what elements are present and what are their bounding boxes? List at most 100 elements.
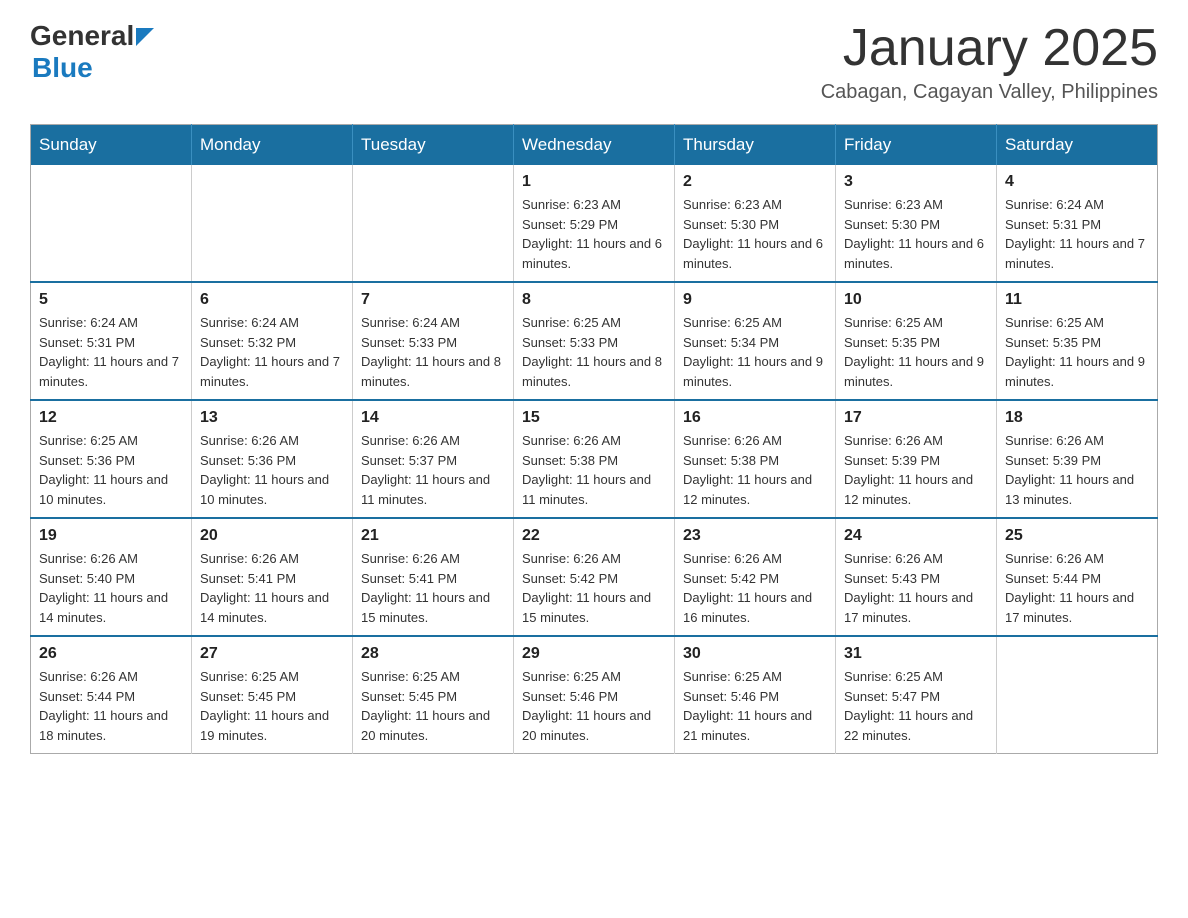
table-row: 1 Sunrise: 6:23 AM Sunset: 5:29 PM Daylig… bbox=[514, 165, 675, 282]
table-row: 16 Sunrise: 6:26 AM Sunset: 5:38 PM Dayli… bbox=[675, 400, 836, 518]
table-row bbox=[997, 636, 1158, 754]
day-number: 3 bbox=[844, 173, 988, 191]
title-section: January 2025 Cabagan, Cagayan Valley, Ph… bbox=[821, 20, 1158, 104]
day-info: Sunrise: 6:25 AM Sunset: 5:46 PM Dayligh… bbox=[683, 667, 827, 745]
day-info: Sunrise: 6:23 AM Sunset: 5:30 PM Dayligh… bbox=[683, 195, 827, 273]
calendar-week-row: 26 Sunrise: 6:26 AM Sunset: 5:44 PM Dayli… bbox=[31, 636, 1158, 754]
table-row: 6 Sunrise: 6:24 AM Sunset: 5:32 PM Daylig… bbox=[192, 282, 353, 400]
day-info: Sunrise: 6:25 AM Sunset: 5:47 PM Dayligh… bbox=[844, 667, 988, 745]
logo-blue-text: Blue bbox=[32, 52, 93, 84]
calendar-week-row: 5Sunrise: 6:24 AM Sunset: 5:31 PM Daylig… bbox=[31, 282, 1158, 400]
table-row: 8 Sunrise: 6:25 AM Sunset: 5:33 PM Daylig… bbox=[514, 282, 675, 400]
day-info: Sunrise: 6:24 AM Sunset: 5:33 PM Dayligh… bbox=[361, 313, 505, 391]
day-number: 12 bbox=[39, 409, 183, 427]
table-row: 13Sunrise: 6:26 AM Sunset: 5:36 PM Dayli… bbox=[192, 400, 353, 518]
day-number: 17 bbox=[844, 409, 988, 427]
day-number: 27 bbox=[200, 645, 344, 663]
header-monday: Monday bbox=[192, 125, 353, 166]
day-number: 31 bbox=[844, 645, 988, 663]
day-number: 18 bbox=[1005, 409, 1149, 427]
table-row: 24 Sunrise: 6:26 AM Sunset: 5:43 PM Dayli… bbox=[836, 518, 997, 636]
table-row: 26 Sunrise: 6:26 AM Sunset: 5:44 PM Dayli… bbox=[31, 636, 192, 754]
table-row: 22Sunrise: 6:26 AM Sunset: 5:42 PM Dayli… bbox=[514, 518, 675, 636]
day-info: Sunrise: 6:25 AM Sunset: 5:35 PM Dayligh… bbox=[844, 313, 988, 391]
table-row: 9 Sunrise: 6:25 AM Sunset: 5:34 PM Daylig… bbox=[675, 282, 836, 400]
day-info: Sunrise: 6:26 AM Sunset: 5:40 PM Dayligh… bbox=[39, 549, 183, 627]
day-number: 30 bbox=[683, 645, 827, 663]
day-number: 29 bbox=[522, 645, 666, 663]
table-row: 30 Sunrise: 6:25 AM Sunset: 5:46 PM Dayli… bbox=[675, 636, 836, 754]
table-row: 27Sunrise: 6:25 AM Sunset: 5:45 PM Dayli… bbox=[192, 636, 353, 754]
table-row: 17Sunrise: 6:26 AM Sunset: 5:39 PM Dayli… bbox=[836, 400, 997, 518]
day-number: 25 bbox=[1005, 527, 1149, 545]
table-row: 21 Sunrise: 6:26 AM Sunset: 5:41 PM Dayli… bbox=[353, 518, 514, 636]
header-sunday: Sunday bbox=[31, 125, 192, 166]
page-header: General Blue January 2025 Cabagan, Cagay… bbox=[30, 20, 1158, 104]
day-number: 10 bbox=[844, 291, 988, 309]
location-subtitle: Cabagan, Cagayan Valley, Philippines bbox=[821, 81, 1158, 104]
day-number: 2 bbox=[683, 173, 827, 191]
day-info: Sunrise: 6:25 AM Sunset: 5:36 PM Dayligh… bbox=[39, 431, 183, 509]
day-info: Sunrise: 6:25 AM Sunset: 5:34 PM Dayligh… bbox=[683, 313, 827, 391]
logo-general-text: General bbox=[30, 20, 134, 52]
calendar-week-row: 12 Sunrise: 6:25 AM Sunset: 5:36 PM Dayli… bbox=[31, 400, 1158, 518]
day-number: 8 bbox=[522, 291, 666, 309]
day-number: 11 bbox=[1005, 291, 1149, 309]
day-number: 1 bbox=[522, 173, 666, 191]
day-number: 16 bbox=[683, 409, 827, 427]
day-info: Sunrise: 6:26 AM Sunset: 5:38 PM Dayligh… bbox=[683, 431, 827, 509]
calendar-week-row: 1 Sunrise: 6:23 AM Sunset: 5:29 PM Daylig… bbox=[31, 165, 1158, 282]
table-row: 10 Sunrise: 6:25 AM Sunset: 5:35 PM Dayli… bbox=[836, 282, 997, 400]
table-row: 12 Sunrise: 6:25 AM Sunset: 5:36 PM Dayli… bbox=[31, 400, 192, 518]
day-info: Sunrise: 6:26 AM Sunset: 5:39 PM Dayligh… bbox=[1005, 431, 1149, 509]
table-row: 7 Sunrise: 6:24 AM Sunset: 5:33 PM Daylig… bbox=[353, 282, 514, 400]
month-year-title: January 2025 bbox=[821, 20, 1158, 77]
day-number: 21 bbox=[361, 527, 505, 545]
day-number: 6 bbox=[200, 291, 344, 309]
day-info: Sunrise: 6:24 AM Sunset: 5:31 PM Dayligh… bbox=[39, 313, 183, 391]
header-wednesday: Wednesday bbox=[514, 125, 675, 166]
table-row bbox=[31, 165, 192, 282]
table-row: 15 Sunrise: 6:26 AM Sunset: 5:38 PM Dayli… bbox=[514, 400, 675, 518]
table-row: 14Sunrise: 6:26 AM Sunset: 5:37 PM Dayli… bbox=[353, 400, 514, 518]
day-number: 4 bbox=[1005, 173, 1149, 191]
table-row: 2 Sunrise: 6:23 AM Sunset: 5:30 PM Daylig… bbox=[675, 165, 836, 282]
day-info: Sunrise: 6:26 AM Sunset: 5:41 PM Dayligh… bbox=[361, 549, 505, 627]
day-info: Sunrise: 6:23 AM Sunset: 5:29 PM Dayligh… bbox=[522, 195, 666, 273]
logo: General Blue bbox=[30, 20, 158, 84]
day-number: 23 bbox=[683, 527, 827, 545]
table-row: 23 Sunrise: 6:26 AM Sunset: 5:42 PM Dayli… bbox=[675, 518, 836, 636]
day-info: Sunrise: 6:25 AM Sunset: 5:46 PM Dayligh… bbox=[522, 667, 666, 745]
table-row bbox=[353, 165, 514, 282]
day-number: 15 bbox=[522, 409, 666, 427]
day-number: 24 bbox=[844, 527, 988, 545]
day-info: Sunrise: 6:26 AM Sunset: 5:44 PM Dayligh… bbox=[39, 667, 183, 745]
day-info: Sunrise: 6:24 AM Sunset: 5:32 PM Dayligh… bbox=[200, 313, 344, 391]
header-friday: Friday bbox=[836, 125, 997, 166]
day-info: Sunrise: 6:25 AM Sunset: 5:45 PM Dayligh… bbox=[361, 667, 505, 745]
header-tuesday: Tuesday bbox=[353, 125, 514, 166]
day-number: 28 bbox=[361, 645, 505, 663]
table-row: 3 Sunrise: 6:23 AM Sunset: 5:30 PM Daylig… bbox=[836, 165, 997, 282]
logo-triangle-icon bbox=[136, 24, 158, 46]
table-row: 5Sunrise: 6:24 AM Sunset: 5:31 PM Daylig… bbox=[31, 282, 192, 400]
day-number: 19 bbox=[39, 527, 183, 545]
day-number: 20 bbox=[200, 527, 344, 545]
table-row: 25Sunrise: 6:26 AM Sunset: 5:44 PM Dayli… bbox=[997, 518, 1158, 636]
header-thursday: Thursday bbox=[675, 125, 836, 166]
day-number: 9 bbox=[683, 291, 827, 309]
day-info: Sunrise: 6:26 AM Sunset: 5:42 PM Dayligh… bbox=[683, 549, 827, 627]
day-info: Sunrise: 6:26 AM Sunset: 5:41 PM Dayligh… bbox=[200, 549, 344, 627]
calendar-table: Sunday Monday Tuesday Wednesday Thursday… bbox=[30, 124, 1158, 754]
day-info: Sunrise: 6:26 AM Sunset: 5:38 PM Dayligh… bbox=[522, 431, 666, 509]
day-number: 7 bbox=[361, 291, 505, 309]
table-row: 31 Sunrise: 6:25 AM Sunset: 5:47 PM Dayli… bbox=[836, 636, 997, 754]
day-number: 26 bbox=[39, 645, 183, 663]
day-info: Sunrise: 6:26 AM Sunset: 5:37 PM Dayligh… bbox=[361, 431, 505, 509]
day-info: Sunrise: 6:26 AM Sunset: 5:43 PM Dayligh… bbox=[844, 549, 988, 627]
day-info: Sunrise: 6:23 AM Sunset: 5:30 PM Dayligh… bbox=[844, 195, 988, 273]
day-info: Sunrise: 6:25 AM Sunset: 5:33 PM Dayligh… bbox=[522, 313, 666, 391]
day-number: 13 bbox=[200, 409, 344, 427]
table-row: 19 Sunrise: 6:26 AM Sunset: 5:40 PM Dayli… bbox=[31, 518, 192, 636]
calendar-header-row: Sunday Monday Tuesday Wednesday Thursday… bbox=[31, 125, 1158, 166]
